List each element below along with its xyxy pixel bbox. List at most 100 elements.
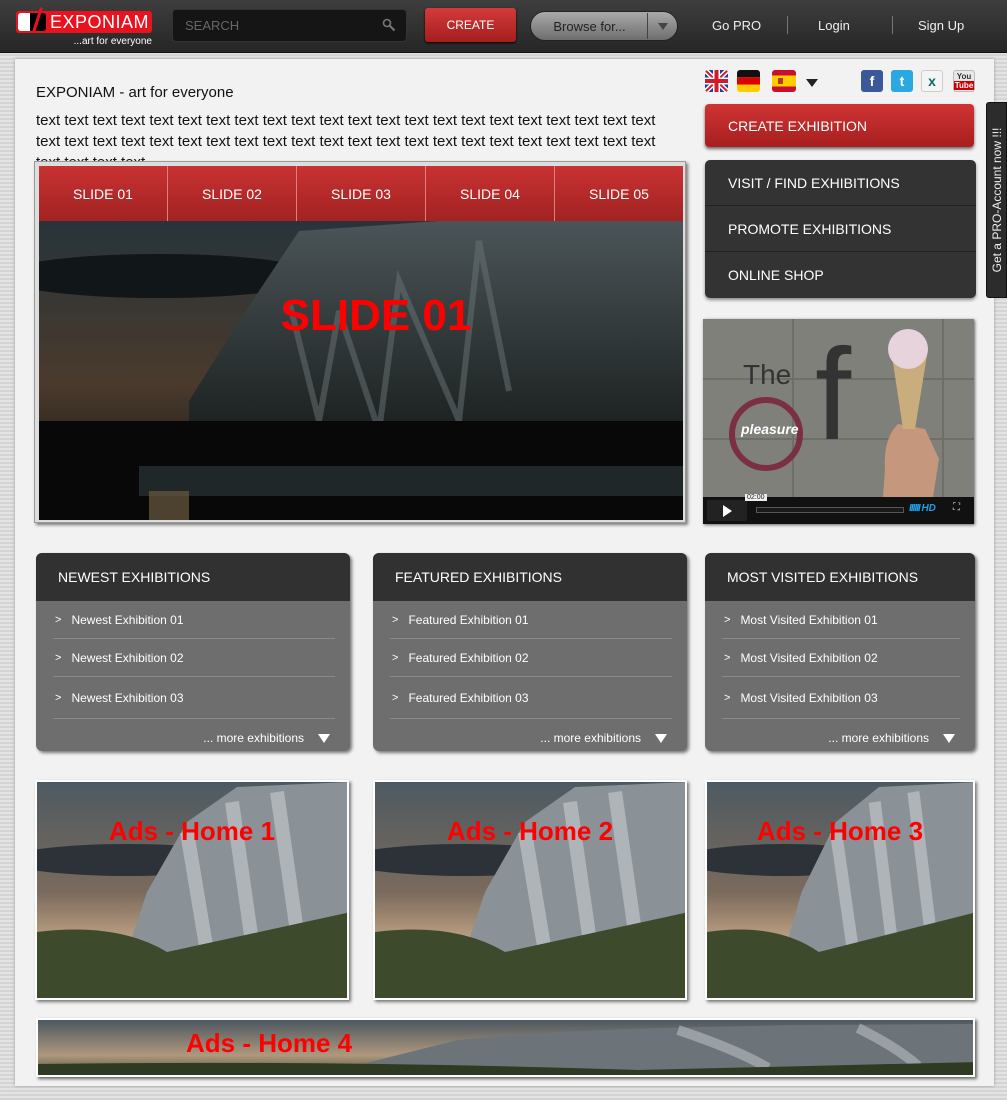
- box-title: FEATURED EXHIBITIONS: [373, 553, 687, 601]
- box-title: NEWEST EXHIBITIONS: [36, 553, 350, 601]
- video-title-the: The: [743, 359, 792, 390]
- ad-home-3[interactable]: Ads - Home 3: [705, 780, 975, 1000]
- slide-image[interactable]: SLIDE 01: [39, 221, 683, 520]
- logo[interactable]: EXPONIAM ...art for everyone: [16, 7, 153, 49]
- slideshow: SLIDE 01 SLIDE 02 SLIDE 03 SLIDE 04 SLID…: [34, 161, 686, 523]
- list-item[interactable]: > Featured Exhibition 03: [390, 677, 672, 719]
- menu-item-online-shop[interactable]: ONLINE SHOP: [705, 252, 976, 298]
- more-exhibitions-link[interactable]: ... more exhibitions: [540, 731, 667, 745]
- list-item-label: Most Visited Exhibition 01: [740, 612, 878, 627]
- more-label: ... more exhibitions: [828, 731, 929, 745]
- list-item[interactable]: > Most Visited Exhibition 01: [722, 601, 960, 639]
- ad-image: [375, 782, 685, 998]
- cliff-landscape-image: [39, 221, 683, 520]
- slide-tab[interactable]: SLIDE 02: [168, 166, 297, 221]
- ad-label: Ads - Home 3: [756, 816, 924, 846]
- list-item-label: Featured Exhibition 03: [408, 690, 529, 705]
- german-flag-icon[interactable]: [737, 70, 760, 92]
- video-progress-bar[interactable]: [756, 507, 904, 513]
- search-input[interactable]: [173, 10, 373, 41]
- list-item-label: Newest Exhibition 02: [71, 650, 184, 665]
- more-exhibitions-link[interactable]: ... more exhibitions: [203, 731, 330, 745]
- slide-tab[interactable]: SLIDE 05: [555, 166, 683, 221]
- hd-toggle[interactable]: IIIIII HD: [909, 503, 936, 514]
- triangle-down-icon: [318, 733, 330, 743]
- ad-image: [707, 782, 973, 998]
- ad-label: Ads - Home 4: [186, 1028, 353, 1058]
- create-button[interactable]: CREATE: [425, 8, 516, 42]
- language-dropdown-icon[interactable]: [806, 79, 818, 87]
- signup-link[interactable]: Sign Up: [918, 18, 964, 33]
- chevron-right-icon: >: [392, 651, 399, 664]
- list-item[interactable]: > Newest Exhibition 03: [53, 677, 335, 719]
- login-link[interactable]: Login: [818, 18, 850, 33]
- pro-account-label: Get a PRO-Account now !!!: [989, 127, 1004, 273]
- chevron-right-icon: >: [724, 613, 731, 626]
- nav-divider: [787, 16, 788, 34]
- chevron-right-icon: >: [392, 691, 399, 704]
- list-item[interactable]: > Most Visited Exhibition 02: [722, 639, 960, 677]
- page-title: EXPONIAM - art for everyone: [36, 84, 234, 101]
- list-item[interactable]: > Most Visited Exhibition 03: [722, 677, 960, 719]
- search-icon[interactable]: [382, 18, 396, 32]
- menu-item-visit-find[interactable]: VISIT / FIND EXHIBITIONS: [705, 160, 976, 206]
- menu-item-promote[interactable]: PROMOTE EXHIBITIONS: [705, 206, 976, 252]
- list-item-label: Newest Exhibition 01: [71, 612, 184, 627]
- chevron-right-icon: >: [724, 651, 731, 664]
- ad-home-2[interactable]: Ads - Home 2: [373, 780, 687, 1000]
- ad-home-4[interactable]: Ads - Home 4: [36, 1018, 975, 1077]
- featured-exhibitions-box: FEATURED EXHIBITIONS > Featured Exhibitio…: [373, 553, 687, 751]
- play-icon[interactable]: [707, 500, 747, 521]
- volume-bars-icon[interactable]: IIIIII: [909, 503, 921, 514]
- video-player[interactable]: The f pleasure 02:00 IIIIII HD ⛶: [703, 319, 974, 524]
- nav-divider: [892, 16, 893, 34]
- sidebar-menu: VISIT / FIND EXHIBITIONS PROMOTE EXHIBIT…: [705, 160, 976, 298]
- list-item[interactable]: > Featured Exhibition 02: [390, 639, 672, 677]
- list-item-label: Featured Exhibition 01: [408, 612, 529, 627]
- slide-tab[interactable]: SLIDE 03: [297, 166, 426, 221]
- list-item-label: Featured Exhibition 02: [408, 650, 529, 665]
- list-item[interactable]: > Newest Exhibition 02: [53, 639, 335, 677]
- video-controls: 02:00 IIIIII HD ⛶: [703, 494, 974, 524]
- more-label: ... more exhibitions: [540, 731, 641, 745]
- browse-label: Browse for...: [553, 18, 626, 34]
- more-exhibitions-link[interactable]: ... more exhibitions: [828, 731, 955, 745]
- ad-image: [37, 782, 347, 998]
- list-item[interactable]: > Newest Exhibition 01: [53, 601, 335, 639]
- logo-mark-white: [18, 13, 30, 31]
- newest-exhibitions-box: NEWEST EXHIBITIONS > Newest Exhibition 01…: [36, 553, 350, 751]
- chevron-down-icon[interactable]: [658, 23, 668, 30]
- slide-tabs: SLIDE 01 SLIDE 02 SLIDE 03 SLIDE 04 SLID…: [39, 166, 683, 221]
- triangle-down-icon: [655, 733, 667, 743]
- video-title-pleasure: pleasure: [741, 421, 799, 437]
- uk-flag-icon[interactable]: [705, 70, 728, 92]
- slide-title: SLIDE 01: [280, 291, 472, 340]
- ad-label: Ads - Home 1: [108, 816, 276, 846]
- facebook-icon[interactable]: f: [861, 70, 883, 92]
- list-item[interactable]: > Featured Exhibition 01: [390, 601, 672, 639]
- go-pro-link[interactable]: Go PRO: [712, 18, 761, 33]
- top-bar: EXPONIAM ...art for everyone CREATE Brow…: [0, 0, 1007, 53]
- triangle-down-icon: [943, 733, 955, 743]
- pro-account-tab[interactable]: Get a PRO-Account now !!!: [986, 102, 1007, 298]
- box-title: MOST VISITED EXHIBITIONS: [705, 553, 975, 601]
- create-exhibition-button[interactable]: CREATE EXHIBITION: [705, 104, 974, 147]
- fullscreen-icon[interactable]: ⛶: [953, 502, 960, 513]
- chevron-right-icon: >: [55, 651, 62, 664]
- browse-divider: [647, 13, 648, 39]
- xing-icon[interactable]: x: [921, 70, 943, 92]
- slide-tab[interactable]: SLIDE 01: [39, 166, 168, 221]
- browse-dropdown[interactable]: Browse for...: [530, 11, 678, 41]
- search-box: [172, 9, 407, 42]
- slide-tab[interactable]: SLIDE 04: [426, 166, 555, 221]
- youtube-icon[interactable]: You Tube: [953, 70, 975, 92]
- chevron-right-icon: >: [724, 691, 731, 704]
- most-visited-exhibitions-box: MOST VISITED EXHIBITIONS > Most Visited E…: [705, 553, 975, 751]
- twitter-icon[interactable]: t: [891, 70, 913, 92]
- spanish-flag-icon[interactable]: [772, 70, 796, 92]
- ad-home-1[interactable]: Ads - Home 1: [35, 780, 349, 1000]
- ad-image: [38, 1020, 973, 1075]
- video-title-f: f: [815, 321, 852, 467]
- list-item-label: Most Visited Exhibition 02: [740, 650, 878, 665]
- more-label: ... more exhibitions: [203, 731, 304, 745]
